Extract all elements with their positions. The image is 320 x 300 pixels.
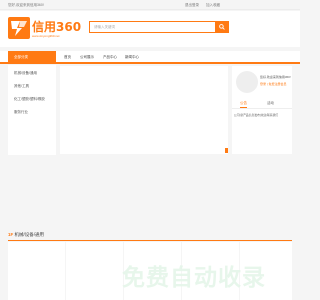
- product-card[interactable]: [8, 242, 65, 300]
- logo-name: 信用360: [32, 20, 82, 34]
- sidebar-item-chemical[interactable]: 化工/塑胶/塑料/橡胶: [14, 97, 45, 102]
- search-button[interactable]: [215, 21, 229, 33]
- floor-category[interactable]: 机械/设备/通用: [15, 232, 45, 237]
- nav-item-home[interactable]: 首页: [64, 55, 71, 60]
- login-register-link[interactable]: 登录 | 免费注册会员: [260, 82, 286, 86]
- user-panel: 您好,欢迎来到信用360! 登录 | 免费注册会员 公告 活动 公司|新产品信息…: [232, 66, 292, 154]
- all-categories-button[interactable]: 全部分类: [8, 51, 56, 64]
- user-greeting: 您好,欢迎来到信用360!: [260, 75, 291, 79]
- logout-link[interactable]: 退出登录: [185, 3, 199, 7]
- search-icon: [219, 24, 225, 30]
- sidebar-item-services[interactable]: 服务行业: [14, 110, 28, 115]
- favorite-link[interactable]: 加入收藏: [206, 3, 220, 7]
- logo-domain: www.xinyong360.net: [32, 34, 60, 38]
- tab-activity[interactable]: 活动: [267, 101, 274, 106]
- main-nav: 全部分类 首页 公司展示 产品中心 新闻中心: [0, 51, 300, 64]
- floor-number: 1F: [8, 232, 14, 237]
- watermark-text: 免费自动收录: [122, 265, 266, 291]
- avatar: [236, 71, 258, 93]
- search-input[interactable]: 请输入关键词: [89, 21, 229, 33]
- top-bar: 您好,欢迎来到信用360! 退出登录 加入收藏: [0, 0, 300, 10]
- category-sidebar: 机械/设备/通用 其他/工具 化工/塑胶/塑料/橡胶 服务行业: [8, 65, 56, 155]
- product-card[interactable]: [66, 242, 123, 300]
- floor-divider: [8, 240, 292, 241]
- notice-item[interactable]: 公司|新产品信息发布|欢迎|联系我们: [234, 113, 278, 117]
- nav-item-news[interactable]: 新闻中心: [125, 55, 139, 60]
- carousel-indicator[interactable]: [225, 148, 228, 153]
- nav-item-products[interactable]: 产品中心: [103, 55, 117, 60]
- sidebar-item-tools[interactable]: 其他/工具: [14, 84, 29, 89]
- top-links: 退出登录 加入收藏: [185, 3, 226, 8]
- floor-title: 1F 机械/设备/通用: [8, 232, 44, 238]
- sidebar-item-machinery[interactable]: 机械/设备/通用: [14, 71, 37, 76]
- nav-item-company[interactable]: 公司展示: [80, 55, 94, 60]
- search-placeholder: 请输入关键词: [94, 25, 115, 29]
- welcome-text: 您好,欢迎来到信用360!: [8, 3, 44, 7]
- tab-notice[interactable]: 公告: [240, 101, 247, 108]
- site-logo[interactable]: 信用360 www.xinyong360.net: [8, 17, 81, 43]
- banner-carousel[interactable]: [60, 66, 228, 154]
- notice-tabs: 公告 活动: [232, 101, 292, 109]
- logo-icon: [8, 17, 30, 39]
